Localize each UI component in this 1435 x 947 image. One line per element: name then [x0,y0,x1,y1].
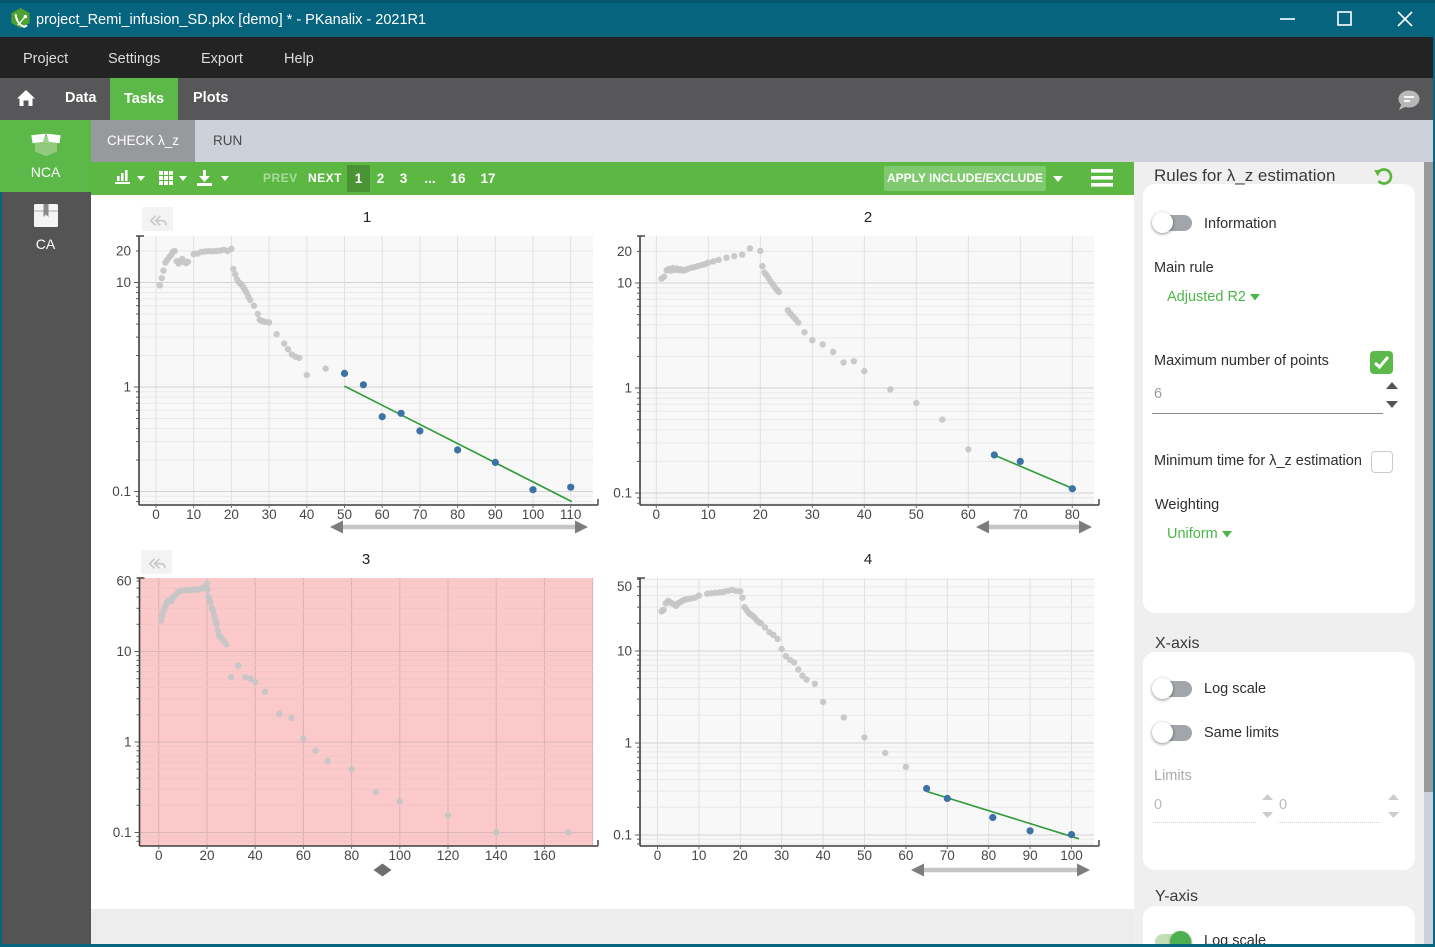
svg-text:140: 140 [485,848,508,863]
svg-text:0: 0 [654,848,662,863]
svg-text:0: 0 [653,507,661,522]
svg-text:0.1: 0.1 [613,486,632,501]
svg-text:40: 40 [857,507,872,522]
svg-text:80: 80 [450,507,465,522]
svg-text:90: 90 [488,507,503,522]
svg-text:120: 120 [437,848,460,863]
svg-text:60: 60 [296,848,311,863]
svg-text:80: 80 [1065,507,1080,522]
svg-text:70: 70 [412,507,427,522]
svg-text:2: 2 [864,209,872,226]
svg-text:110: 110 [560,507,582,522]
svg-text:70: 70 [940,848,955,863]
svg-text:0.1: 0.1 [613,828,632,843]
svg-text:10: 10 [186,507,201,522]
svg-text:0: 0 [155,848,163,863]
svg-text:10: 10 [116,275,131,290]
svg-text:30: 30 [774,848,789,863]
svg-text:1: 1 [124,735,132,750]
svg-text:20: 20 [617,244,632,259]
svg-text:70: 70 [1013,507,1028,522]
svg-text:100: 100 [522,507,545,522]
svg-text:10: 10 [116,644,131,659]
svg-text:30: 30 [262,507,277,522]
svg-text:80: 80 [981,848,996,863]
svg-text:60: 60 [961,507,976,522]
svg-text:90: 90 [1023,848,1038,863]
svg-text:60: 60 [375,507,390,522]
svg-text:10: 10 [617,276,632,291]
svg-text:1: 1 [624,381,632,396]
svg-text:100: 100 [389,848,412,863]
svg-text:50: 50 [909,507,924,522]
svg-text:0.1: 0.1 [113,825,132,840]
svg-text:30: 30 [805,507,820,522]
svg-text:50: 50 [617,579,632,594]
svg-text:40: 40 [299,507,314,522]
svg-text:40: 40 [816,848,831,863]
svg-text:20: 20 [116,244,131,259]
svg-text:10: 10 [691,848,706,863]
svg-text:20: 20 [733,848,748,863]
svg-text:4: 4 [864,551,872,568]
svg-text:20: 20 [753,507,768,522]
svg-text:0: 0 [152,507,160,522]
svg-text:100: 100 [1060,848,1083,863]
svg-text:40: 40 [248,848,263,863]
svg-text:0.1: 0.1 [112,484,131,499]
svg-text:50: 50 [337,507,352,522]
svg-text:60: 60 [116,574,131,589]
svg-text:1: 1 [624,736,632,751]
svg-text:3: 3 [362,551,370,568]
svg-text:1: 1 [123,380,131,395]
svg-text:60: 60 [898,848,913,863]
svg-text:160: 160 [533,848,556,863]
svg-text:1: 1 [363,209,371,226]
svg-text:20: 20 [224,507,239,522]
svg-text:10: 10 [617,644,632,659]
svg-text:80: 80 [344,848,359,863]
svg-text:50: 50 [857,848,872,863]
svg-text:10: 10 [701,507,716,522]
svg-text:20: 20 [199,848,214,863]
